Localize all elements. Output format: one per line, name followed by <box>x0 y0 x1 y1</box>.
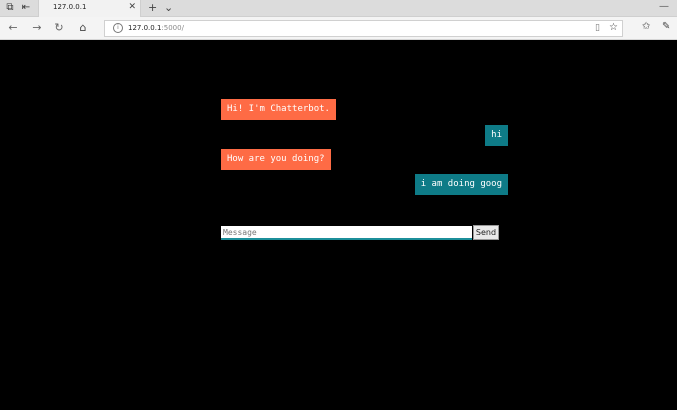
send-button[interactable]: Send <box>473 225 499 240</box>
favorites-hub-icon[interactable]: ✩ <box>642 21 650 32</box>
url-text[interactable]: 127.0.0.1:5000/ <box>128 24 184 32</box>
reading-view-icon[interactable]: ▯ <box>595 23 600 33</box>
tab-menu-icon[interactable]: ⌄ <box>164 1 173 14</box>
tab-close-icon[interactable]: ✕ <box>128 2 136 12</box>
message-input[interactable] <box>221 226 472 240</box>
address-bar[interactable]: i 127.0.0.1:5000/ ▯ ☆ <box>104 20 623 37</box>
minimize-icon[interactable]: — <box>659 1 669 12</box>
new-tab-button[interactable]: + <box>148 1 157 14</box>
url-host: 127.0.0.1 <box>128 24 162 32</box>
user-message: hi <box>485 125 508 146</box>
info-icon[interactable]: i <box>113 23 123 33</box>
bot-message: Hi! I'm Chatterbot. <box>221 99 336 120</box>
refresh-icon[interactable]: ↻ <box>52 21 66 35</box>
url-path: :5000/ <box>161 24 184 32</box>
back-arrow-icon[interactable]: ← <box>6 21 20 35</box>
home-icon[interactable]: ⌂ <box>76 21 90 35</box>
forward-arrow-icon[interactable]: → <box>30 21 44 35</box>
browser-tab[interactable]: 127.0.0.1 ✕ <box>38 0 141 17</box>
pen-icon[interactable]: ✎ <box>662 21 670 32</box>
tab-bar: ⧉ ⇤ 127.0.0.1 ✕ + ⌄ — <box>0 0 677 17</box>
chat-page: Hi! I'm Chatterbot. hi How are you doing… <box>0 41 677 410</box>
tab-aside-icon[interactable]: ⧉ <box>4 2 16 14</box>
set-aside-icon[interactable]: ⇤ <box>20 2 32 14</box>
star-icon[interactable]: ☆ <box>609 22 618 33</box>
navigation-bar: ← → ↻ ⌂ i 127.0.0.1:5000/ ▯ ☆ ✩ ✎ <box>0 17 677 40</box>
user-message: i am doing goog <box>414 174 508 195</box>
tab-title: 127.0.0.1 <box>53 3 87 11</box>
bot-message: How are you doing? <box>221 149 331 170</box>
